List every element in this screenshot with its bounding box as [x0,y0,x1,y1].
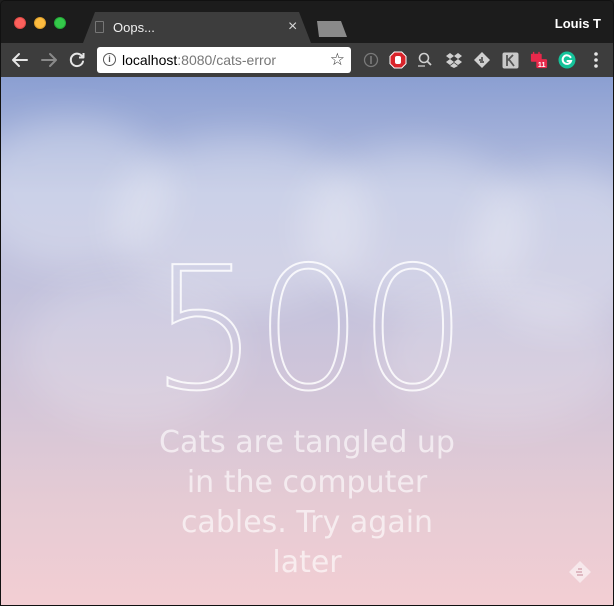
disabled-extension-icon[interactable] [362,51,380,69]
search-extension-icon[interactable] [416,51,434,69]
profile-name[interactable]: Louis T [555,16,601,31]
tab-active[interactable]: Oops... × [83,12,311,43]
browser-window: Oops... × Louis T i localhost:8080/cats-… [0,0,614,606]
document-icon [95,21,104,33]
minimize-window-button[interactable] [34,17,46,29]
reload-button[interactable] [65,48,89,72]
calendar-badge-count: 11 [538,60,546,69]
title-bar: Oops... × Louis T [1,1,613,43]
forward-arrow-icon [41,53,57,67]
adblock-icon[interactable] [389,51,407,69]
new-tab-button[interactable] [317,21,347,37]
grammarly-icon[interactable] [558,51,576,69]
calendar-extension-icon[interactable]: 11 [530,51,548,69]
address-bar[interactable]: i localhost:8080/cats-error ☆ [97,47,351,73]
url-path: :8080/cats-error [177,52,277,68]
bookmark-star-icon[interactable]: ☆ [330,50,345,70]
close-window-button[interactable] [14,17,26,29]
page-content: 500 Cats are tangled up in the computer … [1,77,613,605]
back-button[interactable] [8,48,32,72]
feedly-corner-icon[interactable] [567,559,593,585]
menu-icon[interactable] [587,51,605,69]
maximize-window-button[interactable] [54,17,66,29]
back-arrow-icon [12,53,28,67]
error-code: 500 [150,231,468,429]
reload-icon [69,52,85,68]
tab-title: Oops... [113,20,155,35]
tab-close-icon[interactable]: × [288,17,297,37]
error-message: Cats are tangled up in the computer cabl… [159,425,455,580]
forward-button[interactable] [37,48,61,72]
k-extension-icon[interactable] [501,51,519,69]
url-host: localhost [122,52,178,68]
toolbar: i localhost:8080/cats-error ☆ 11 [1,43,613,77]
dropbox-icon[interactable] [445,51,463,69]
url-text[interactable]: localhost:8080/cats-error [122,52,276,68]
feedly-icon[interactable] [473,51,491,69]
info-icon[interactable]: i [103,53,116,66]
